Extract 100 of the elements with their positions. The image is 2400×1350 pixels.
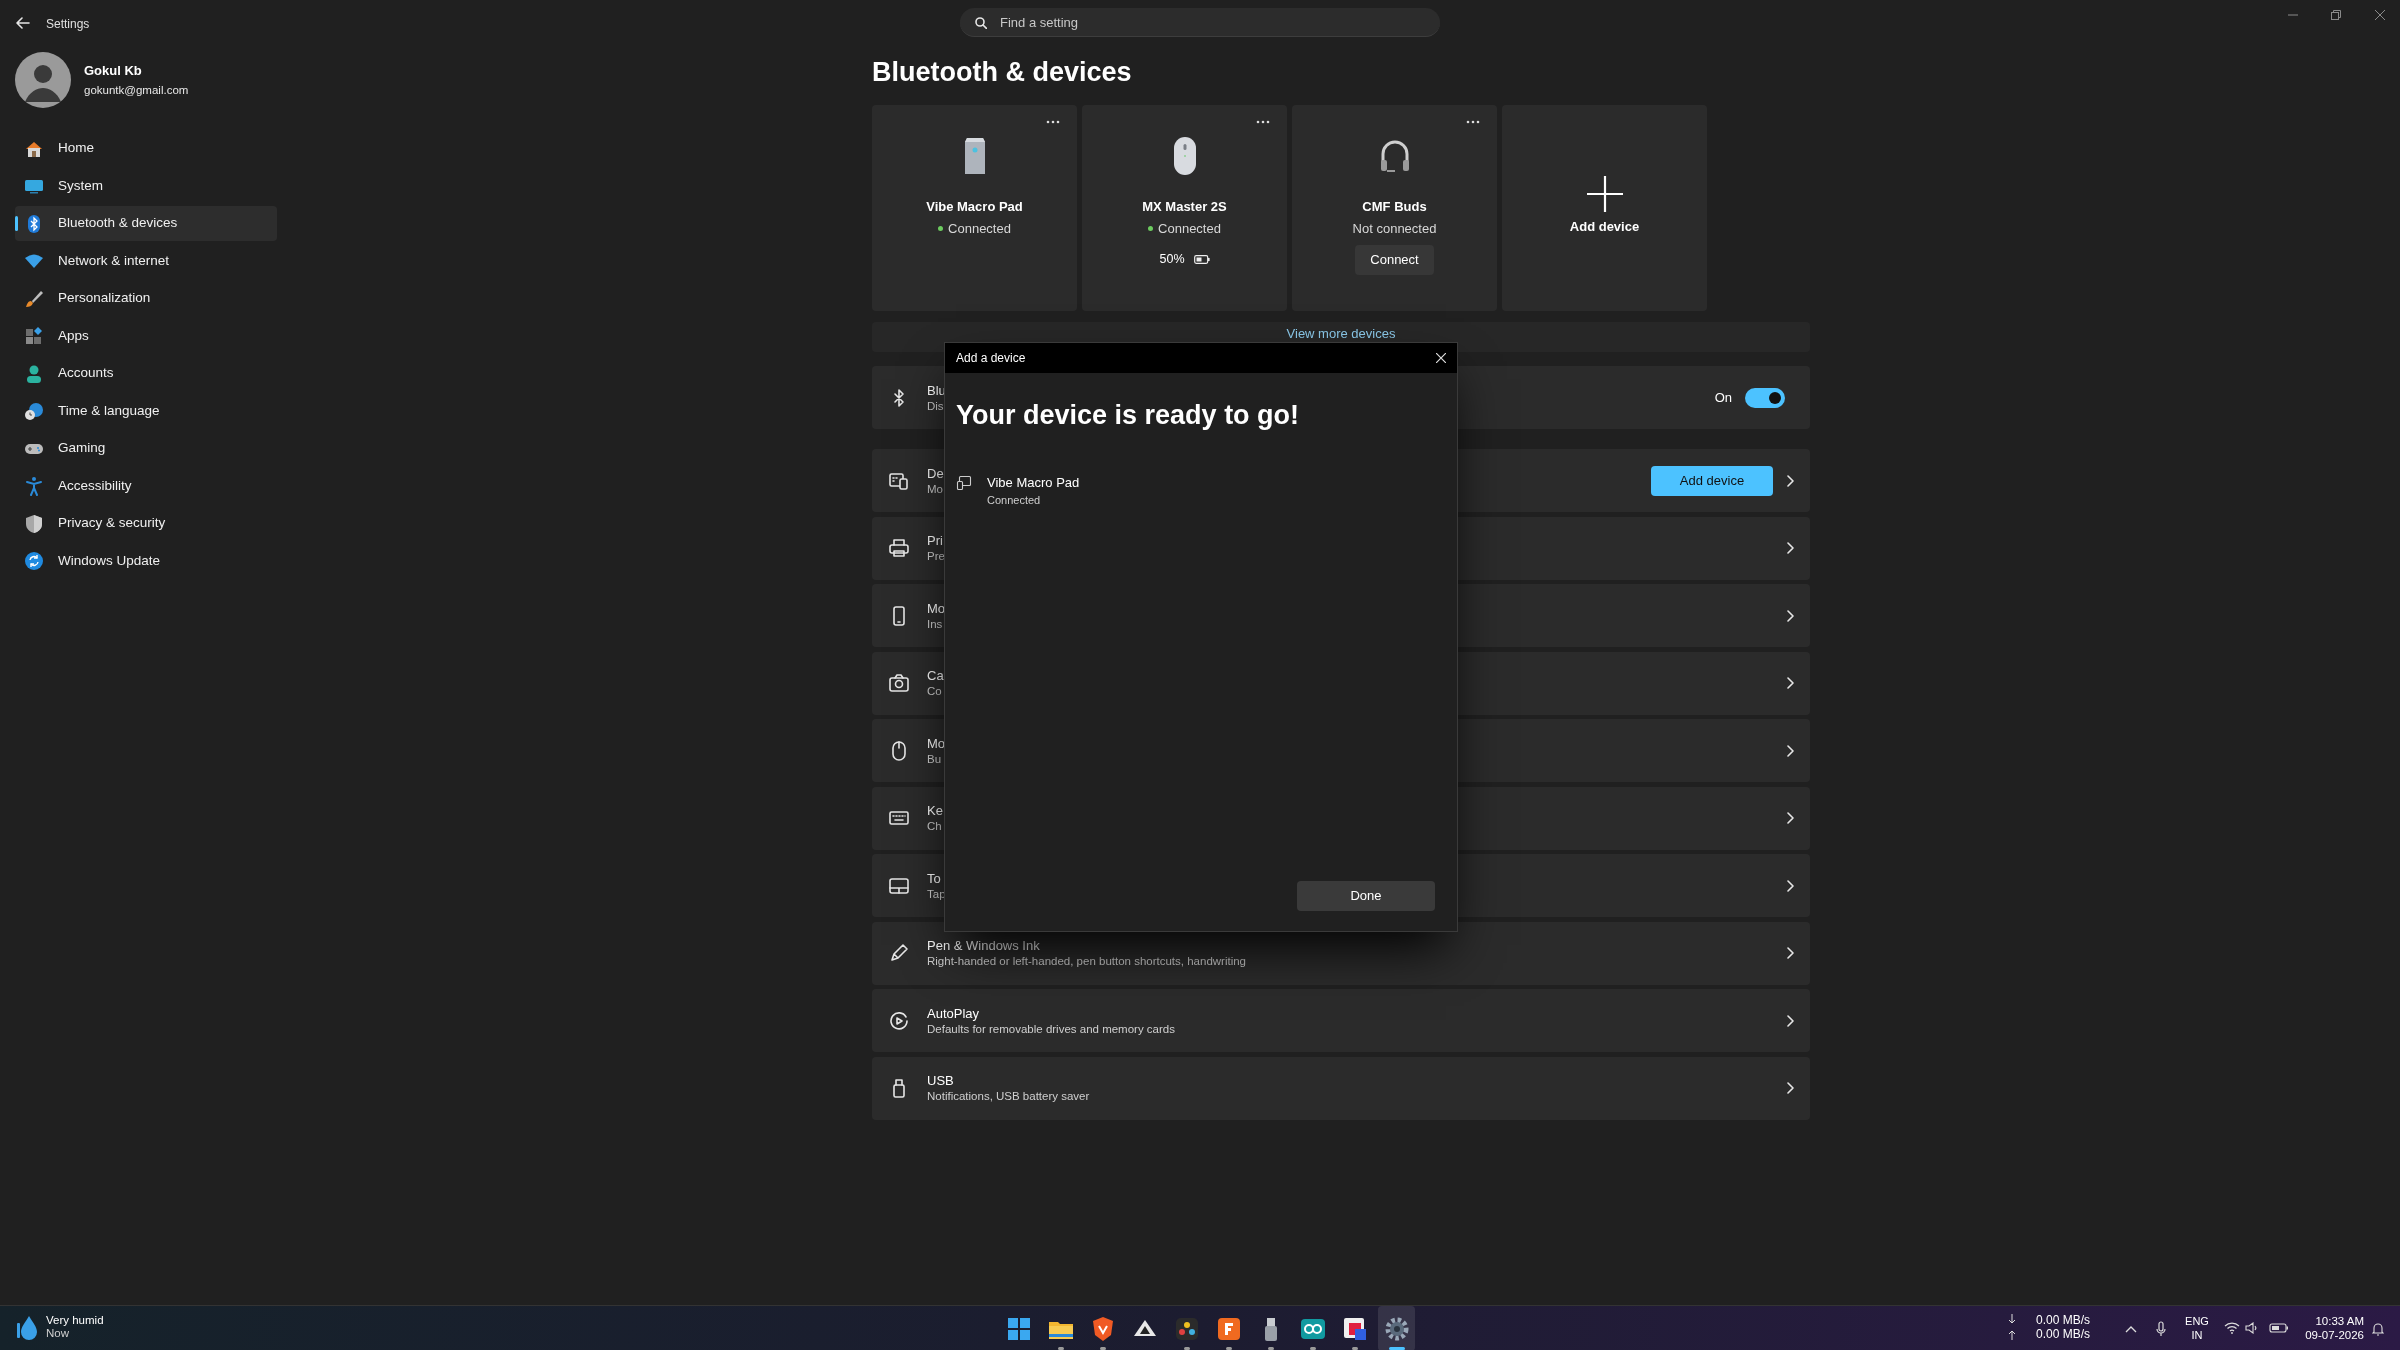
sidebar-item[interactable]: Apps: [15, 318, 277, 354]
device-status: Not connected: [1352, 219, 1437, 238]
mouse-icon: [889, 740, 909, 761]
window-title: Settings: [46, 16, 90, 33]
printer-icon: [889, 538, 909, 558]
sidebar-item[interactable]: Time & language: [15, 393, 277, 429]
dialog-heading: Your device is ready to go!: [956, 399, 1301, 432]
globe-clock-icon: [24, 401, 44, 421]
row-subtitle: Co: [927, 684, 942, 699]
chevron-right-icon: [1786, 744, 1794, 757]
settings-row[interactable]: AutoPlay Defaults for removable drives and memory cards: [872, 989, 1810, 1052]
person-icon: [24, 363, 44, 384]
row-title: Mo: [927, 599, 946, 617]
row-subtitle: Right-handed or left-handed, pen button shortcuts, handwriting: [927, 954, 1246, 969]
keyboard-devices-icon: [889, 470, 909, 491]
clock-time[interactable]: 10:33 AM: [2315, 1314, 2364, 1328]
sidebar-item[interactable]: Personalization: [15, 281, 277, 316]
device-card[interactable]: Vibe Macro Pad Connected: [872, 105, 1077, 311]
battery-level: 50%: [1159, 251, 1185, 268]
weather-condition: Very humid: [46, 1314, 104, 1327]
toggle-switch[interactable]: [1745, 387, 1785, 408]
more-options-icon[interactable]: [1256, 120, 1270, 124]
device-status: Connected: [948, 219, 1011, 238]
language-code[interactable]: ENG: [2185, 1314, 2209, 1328]
shield-icon: [24, 513, 44, 534]
device-icon: [956, 474, 972, 491]
row-title: AutoPlay: [927, 1004, 980, 1022]
user-email: gokuntk@gmail.com: [84, 82, 189, 98]
autoplay-icon: [889, 1010, 909, 1031]
sidebar-item[interactable]: Privacy & security: [15, 506, 277, 541]
battery-icon[interactable]: [2269, 1322, 2289, 1334]
plus-icon: [1584, 174, 1625, 214]
settings-row[interactable]: Pen & Windows Ink Right-handed or left-handed, pen button shortcuts, handwriting: [872, 921, 1810, 985]
sidebar-item[interactable]: System: [15, 168, 277, 204]
weather-time: Now: [46, 1327, 70, 1340]
row-title: Mo: [927, 734, 946, 752]
device-name: MX Master 2S: [1142, 198, 1227, 216]
refresh-icon: [24, 551, 44, 571]
done-button[interactable]: Done: [1297, 881, 1435, 911]
row-title: To: [927, 869, 941, 887]
chevron-right-icon: [1786, 1014, 1794, 1027]
page-title: Bluetooth & devices: [872, 59, 1133, 86]
row-subtitle: Pre: [927, 549, 945, 564]
row-title: Pri: [927, 532, 943, 549]
sidebar-item[interactable]: Network & internet: [15, 243, 277, 279]
row-subtitle: Bu: [927, 751, 942, 767]
chevron-right-icon: [1786, 677, 1794, 689]
search-field[interactable]: Find a setting: [960, 8, 1440, 37]
notification-bell-icon[interactable]: [2372, 1322, 2384, 1336]
battery-icon: [1193, 254, 1210, 264]
dialog-title: Add a device: [956, 350, 1026, 367]
chevron-right-icon: [1786, 812, 1794, 824]
sidebar-item[interactable]: Home: [15, 131, 277, 166]
touchpad-icon: [889, 875, 909, 896]
chevron-right-icon: [1786, 947, 1794, 959]
row-subtitle: Ins: [927, 616, 943, 632]
taskbar-app[interactable]: [1378, 1306, 1415, 1350]
sidebar-item[interactable]: Bluetooth & devices: [15, 206, 277, 241]
connect-button[interactable]: Connect: [1355, 245, 1434, 275]
restore-icon[interactable]: [2331, 10, 2341, 20]
more-options-icon[interactable]: [1046, 120, 1060, 124]
row-title: Ke: [927, 802, 943, 819]
download-speed: 0.00 MB/s: [2036, 1313, 2091, 1327]
row-title: De: [927, 464, 944, 482]
user-name: Gokul Kb: [84, 62, 143, 81]
sidebar-item[interactable]: Windows Update: [15, 543, 277, 579]
transfer-arrows-icon: [2008, 1313, 2016, 1341]
search-icon: [975, 17, 987, 29]
device-card[interactable]: MX Master 2S Connected 50%: [1082, 105, 1287, 311]
brush-icon: [24, 288, 44, 309]
apps-icon: [24, 326, 44, 346]
back-arrow-icon[interactable]: [16, 17, 30, 29]
add-device-card[interactable]: Add device: [1502, 105, 1707, 311]
volume-icon[interactable]: [2245, 1322, 2259, 1334]
device-card[interactable]: CMF Buds Not connected Connect: [1292, 105, 1497, 311]
row-subtitle: Notifications, USB battery saver: [927, 1089, 1090, 1104]
chevron-right-icon: [1786, 474, 1794, 487]
chevron-right-icon: [1786, 542, 1794, 554]
row-title: USB: [927, 1072, 954, 1089]
settings-row[interactable]: USB Notifications, USB battery saver: [872, 1056, 1810, 1120]
wifi-icon[interactable]: [2224, 1322, 2240, 1334]
more-options-icon[interactable]: [1466, 120, 1480, 124]
water-drop-icon: [16, 1314, 38, 1340]
chevron-right-icon: [1786, 609, 1794, 622]
microphone-icon[interactable]: [2156, 1321, 2166, 1337]
chevron-right-icon: [1786, 879, 1794, 892]
sidebar-item[interactable]: Accessibility: [15, 468, 277, 504]
sidebar-item[interactable]: Accounts: [15, 356, 277, 391]
keyboard-icon: [889, 808, 909, 828]
view-more-link[interactable]: View more devices: [1286, 324, 1396, 344]
chevron-up-icon[interactable]: [2125, 1325, 2137, 1333]
add-device-button[interactable]: Add device: [1651, 465, 1773, 496]
device-name: Vibe Macro Pad: [926, 198, 1023, 216]
sidebar-item[interactable]: Gaming: [15, 431, 277, 466]
clock-date[interactable]: 09-07-2026: [2305, 1328, 2364, 1342]
device-status: Connected: [987, 493, 1042, 508]
toggle-label: On: [1714, 388, 1732, 407]
row-subtitle: Mo: [927, 481, 943, 497]
row-subtitle: Ch: [927, 819, 942, 834]
region-code[interactable]: IN: [2191, 1328, 2203, 1342]
